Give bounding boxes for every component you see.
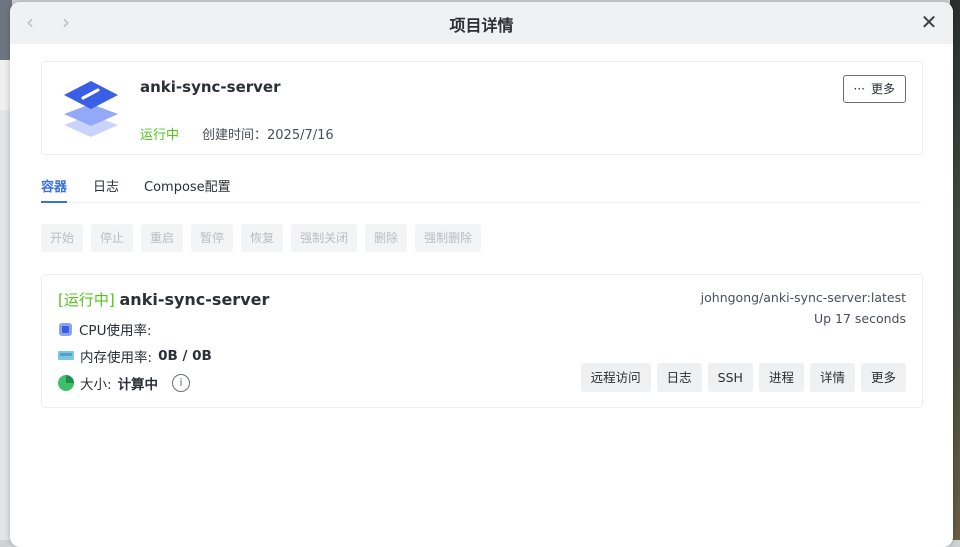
tab-bar: 容器 日志 Compose配置 [41, 174, 921, 203]
cpu-usage-label: CPU使用率: [79, 323, 152, 339]
ssh-button[interactable]: SSH [707, 363, 753, 392]
memory-usage-row: 内存使用率: 0B / 0B [58, 346, 212, 366]
stop-button[interactable]: 停止 [91, 224, 134, 252]
force-delete-button[interactable]: 强制删除 [415, 224, 482, 252]
container-card: [运行中] anki-sync-server johngong/anki-syn… [41, 274, 923, 408]
project-summary-card: anki-sync-server 运行中 创建时间：2025/7/16 ··· … [41, 61, 923, 155]
project-created-time: 创建时间：2025/7/16 [202, 128, 334, 143]
remote-access-button[interactable]: 远程访问 [580, 363, 651, 392]
more-button-label: 更多 [870, 82, 895, 96]
size-row: 大小: 计算中 i [58, 373, 191, 393]
title-bar: ‹ › 项目详情 ✕ [10, 2, 953, 44]
close-icon[interactable]: ✕ [917, 10, 941, 34]
start-button[interactable]: 开始 [41, 224, 84, 252]
project-status: 运行中 [140, 128, 180, 143]
container-status: [运行中] [58, 291, 115, 309]
memory-usage-value: 0B / 0B [158, 348, 212, 364]
stack-logo-icon [64, 81, 118, 137]
container-action-toolbar: 开始 停止 重启 暂停 恢复 强制关闭 删除 强制删除 [41, 224, 482, 252]
force-close-button[interactable]: 强制关闭 [291, 224, 358, 252]
memory-usage-label: 内存使用率: [80, 350, 153, 366]
project-name: anki-sync-server [140, 78, 281, 96]
more-dots-icon: ··· [853, 82, 865, 96]
memory-module-icon [58, 351, 74, 360]
processes-button[interactable]: 进程 [758, 363, 804, 392]
tab-compose-config[interactable]: Compose配置 [144, 176, 231, 202]
pause-button[interactable]: 暂停 [191, 224, 234, 252]
pie-chart-icon [58, 375, 74, 391]
container-header: [运行中] anki-sync-server [58, 289, 269, 310]
tab-containers[interactable]: 容器 [41, 176, 68, 203]
container-button-group: 远程访问 日志 SSH 进程 详情 更多 [580, 363, 906, 392]
container-image: johngong/anki-sync-server:latest [700, 290, 906, 305]
info-icon[interactable]: i [172, 374, 191, 392]
container-uptime: Up 17 seconds [813, 311, 906, 326]
delete-button[interactable]: 删除 [365, 224, 408, 252]
window-title: 项目详情 [449, 16, 514, 35]
size-value: 计算中 [117, 377, 159, 393]
tab-logs[interactable]: 日志 [93, 176, 119, 202]
project-detail-window: ‹ › 项目详情 ✕ anki-sync-server 运行中 创建时间：202… [10, 2, 953, 547]
container-logs-button[interactable]: 日志 [656, 363, 702, 392]
resume-button[interactable]: 恢复 [241, 224, 284, 252]
cpu-usage-row: CPU使用率: [58, 319, 152, 339]
cpu-chip-icon [59, 322, 72, 336]
details-button[interactable]: 详情 [809, 363, 855, 392]
container-name: anki-sync-server [119, 290, 270, 309]
size-label: 大小: [80, 377, 112, 393]
more-button[interactable]: ··· 更多 [842, 75, 906, 103]
container-more-button[interactable]: 更多 [860, 363, 906, 392]
restart-button[interactable]: 重启 [141, 224, 184, 252]
